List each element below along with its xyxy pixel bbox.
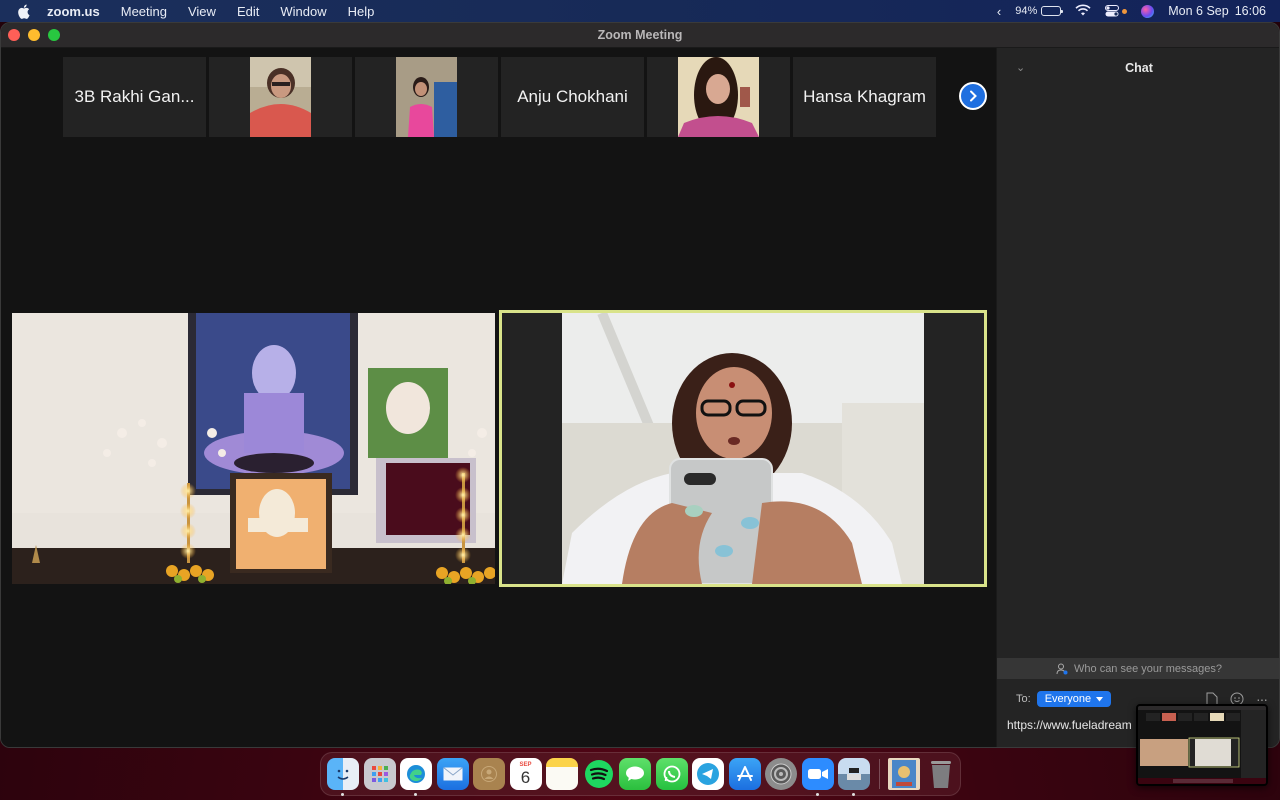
person-icon xyxy=(1056,663,1068,674)
chevron-left-icon[interactable]: ‹ xyxy=(997,4,1001,19)
dock-spotify-icon[interactable] xyxy=(583,758,615,790)
dock: SEP 6 xyxy=(320,752,961,796)
dock-app-store-icon[interactable] xyxy=(728,758,761,790)
caret-down-icon xyxy=(1096,696,1104,701)
chat-title: Chat xyxy=(1125,61,1153,75)
participant-strip: 3B Rakhi Gan... Anju Chokhani Hansa Khag… xyxy=(63,57,936,137)
menu-meeting[interactable]: Meeting xyxy=(121,4,167,19)
battery-icon xyxy=(1041,6,1064,16)
running-indicator xyxy=(815,793,819,796)
clock-time[interactable]: 16:06 xyxy=(1235,4,1266,18)
title-bar[interactable]: Zoom Meeting xyxy=(1,23,1279,48)
dock-messages-icon[interactable] xyxy=(619,758,651,790)
participant-tile[interactable] xyxy=(355,57,498,137)
clock-date[interactable]: Mon 6 Sep xyxy=(1168,4,1228,18)
dock-whatsapp-icon[interactable] xyxy=(655,758,688,790)
video-stage: 3B Rakhi Gan... Anju Chokhani Hansa Khag… xyxy=(1,48,996,747)
zoom-meeting-window: Zoom Meeting 3B Rakhi Gan... Anju Chokha… xyxy=(0,22,1280,748)
dock-mail-icon[interactable] xyxy=(436,758,469,790)
dock-telegram-icon[interactable] xyxy=(692,758,724,790)
chat-header: ⌄ Chat xyxy=(997,48,1279,88)
participant-tile[interactable]: 3B Rakhi Gan... xyxy=(63,57,206,137)
minimize-window-button[interactable] xyxy=(28,29,40,41)
dock-zoom-icon[interactable] xyxy=(801,758,834,796)
participant-video xyxy=(562,313,924,584)
calendar-day: 6 xyxy=(520,768,531,787)
menu-app-name[interactable]: zoom.us xyxy=(47,4,100,19)
video-tile[interactable] xyxy=(12,313,495,584)
active-speaker-tile[interactable] xyxy=(499,310,987,587)
chat-panel: ⌄ Chat Who can see your messages? To: Ev… xyxy=(996,48,1279,747)
participant-video xyxy=(678,57,759,137)
screenshot-preview-image xyxy=(1138,706,1266,784)
to-label: To: xyxy=(1016,693,1031,705)
participant-video xyxy=(250,57,311,137)
apple-logo-icon[interactable] xyxy=(17,4,33,19)
participant-name: Hansa Khagram xyxy=(803,87,926,106)
dock-separator xyxy=(878,759,880,789)
recipient-value: Everyone xyxy=(1044,693,1092,705)
dock-notes-icon[interactable] xyxy=(546,758,578,790)
dock-system-preferences-icon[interactable] xyxy=(765,758,797,790)
siri-icon[interactable] xyxy=(1141,4,1155,18)
running-indicator xyxy=(852,793,855,796)
dock-calendar-icon[interactable]: SEP 6 xyxy=(509,758,542,790)
maximize-window-button[interactable] xyxy=(48,29,60,41)
recipient-dropdown[interactable]: Everyone xyxy=(1036,691,1112,707)
dock-launchpad-icon[interactable] xyxy=(363,758,396,790)
window-controls xyxy=(8,29,60,41)
dock-edge-icon[interactable] xyxy=(400,758,432,796)
visibility-prompt: Who can see your messages? xyxy=(1074,662,1222,675)
participant-tile[interactable] xyxy=(647,57,790,137)
mic-in-use-indicator xyxy=(1122,8,1128,14)
close-window-button[interactable] xyxy=(8,29,20,41)
visibility-info-bar[interactable]: Who can see your messages? xyxy=(997,658,1279,679)
menu-view[interactable]: View xyxy=(188,4,216,19)
recipient-row: To: Everyone xyxy=(1016,691,1112,707)
control-center-icon[interactable] xyxy=(1105,5,1128,17)
chat-message-input[interactable]: https://www.fueladream xyxy=(1007,718,1132,732)
menu-edit[interactable]: Edit xyxy=(237,4,259,19)
battery-status[interactable]: 94% xyxy=(1015,5,1064,17)
participant-video xyxy=(12,313,495,584)
dock-finder-icon[interactable] xyxy=(327,758,359,796)
chevron-down-icon[interactable]: ⌄ xyxy=(1016,61,1025,74)
participant-name: Anju Chokhani xyxy=(517,87,628,106)
dock-preview-icon[interactable] xyxy=(838,758,870,796)
running-indicator xyxy=(414,793,417,796)
wifi-icon[interactable] xyxy=(1075,4,1091,19)
screenshot-preview-thumbnail[interactable] xyxy=(1136,704,1268,786)
participant-tile[interactable]: Hansa Khagram xyxy=(793,57,936,137)
participant-name: 3B Rakhi Gan... xyxy=(74,87,195,106)
menu-window[interactable]: Window xyxy=(280,4,326,19)
dock-trash-icon[interactable] xyxy=(925,758,957,790)
window-title: Zoom Meeting xyxy=(597,28,683,42)
battery-percent: 94% xyxy=(1015,5,1038,17)
participant-video xyxy=(396,57,457,137)
participant-tile[interactable]: Anju Chokhani xyxy=(501,57,644,137)
menu-bar: zoom.us Meeting View Edit Window Help ‹ … xyxy=(0,0,1280,22)
dock-contacts-icon[interactable] xyxy=(473,758,505,790)
running-indicator xyxy=(341,793,344,796)
menu-help[interactable]: Help xyxy=(348,4,375,19)
chevron-right-icon xyxy=(970,90,977,102)
next-page-button[interactable] xyxy=(959,82,987,110)
dock-document-icon[interactable] xyxy=(888,758,920,790)
participant-tile[interactable] xyxy=(209,57,352,137)
status-area: ‹ 94% Mon 6 Sep 16:06 xyxy=(997,0,1266,22)
